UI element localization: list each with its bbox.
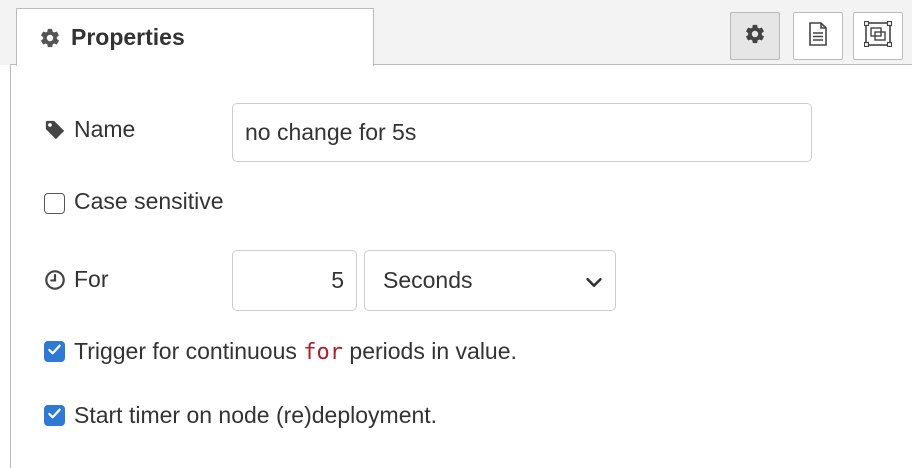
- tab-properties[interactable]: Properties: [16, 8, 374, 66]
- settings-tab-button[interactable]: [730, 12, 780, 60]
- case-sensitive-checkbox[interactable]: [44, 193, 65, 214]
- name-input[interactable]: [232, 103, 812, 162]
- description-tab-button[interactable]: [793, 12, 843, 60]
- tray-border: [10, 64, 11, 468]
- name-label-text: Name: [74, 116, 136, 142]
- trigger-continuous-label: Trigger for continuous for periods in va…: [74, 338, 517, 365]
- for-unit-select[interactable]: Seconds: [364, 250, 616, 311]
- cog-icon: [744, 23, 766, 50]
- for-duration-input[interactable]: [232, 250, 357, 311]
- trigger-continuous-checkbox[interactable]: [44, 341, 65, 362]
- trigger-code-keyword: for: [303, 340, 344, 365]
- tag-icon: [44, 119, 66, 141]
- chevron-down-icon: [583, 271, 605, 293]
- trigger-text-before: Trigger for continuous: [74, 338, 297, 364]
- start-timer-label: Start timer on node (re)deployment.: [74, 402, 438, 428]
- case-sensitive-label: Case sensitive: [74, 188, 224, 214]
- tab-properties-label: Properties: [71, 24, 185, 50]
- for-unit-selected: Seconds: [383, 267, 473, 293]
- clock-icon: [44, 269, 66, 291]
- check-icon: [47, 406, 62, 426]
- node-edit-tray: Properties Name no change for 5s Case se…: [0, 0, 912, 468]
- appearance-tab-button[interactable]: [853, 12, 903, 60]
- start-timer-checkbox[interactable]: [44, 405, 65, 426]
- check-icon: [47, 342, 62, 362]
- cog-icon: [39, 27, 61, 49]
- name-label: Name: [44, 116, 135, 143]
- for-label-text: For: [74, 266, 109, 292]
- trigger-text-after: periods in value.: [349, 338, 517, 364]
- object-group-icon: [863, 20, 893, 52]
- file-text-icon: [808, 21, 828, 51]
- for-label: For: [44, 266, 109, 293]
